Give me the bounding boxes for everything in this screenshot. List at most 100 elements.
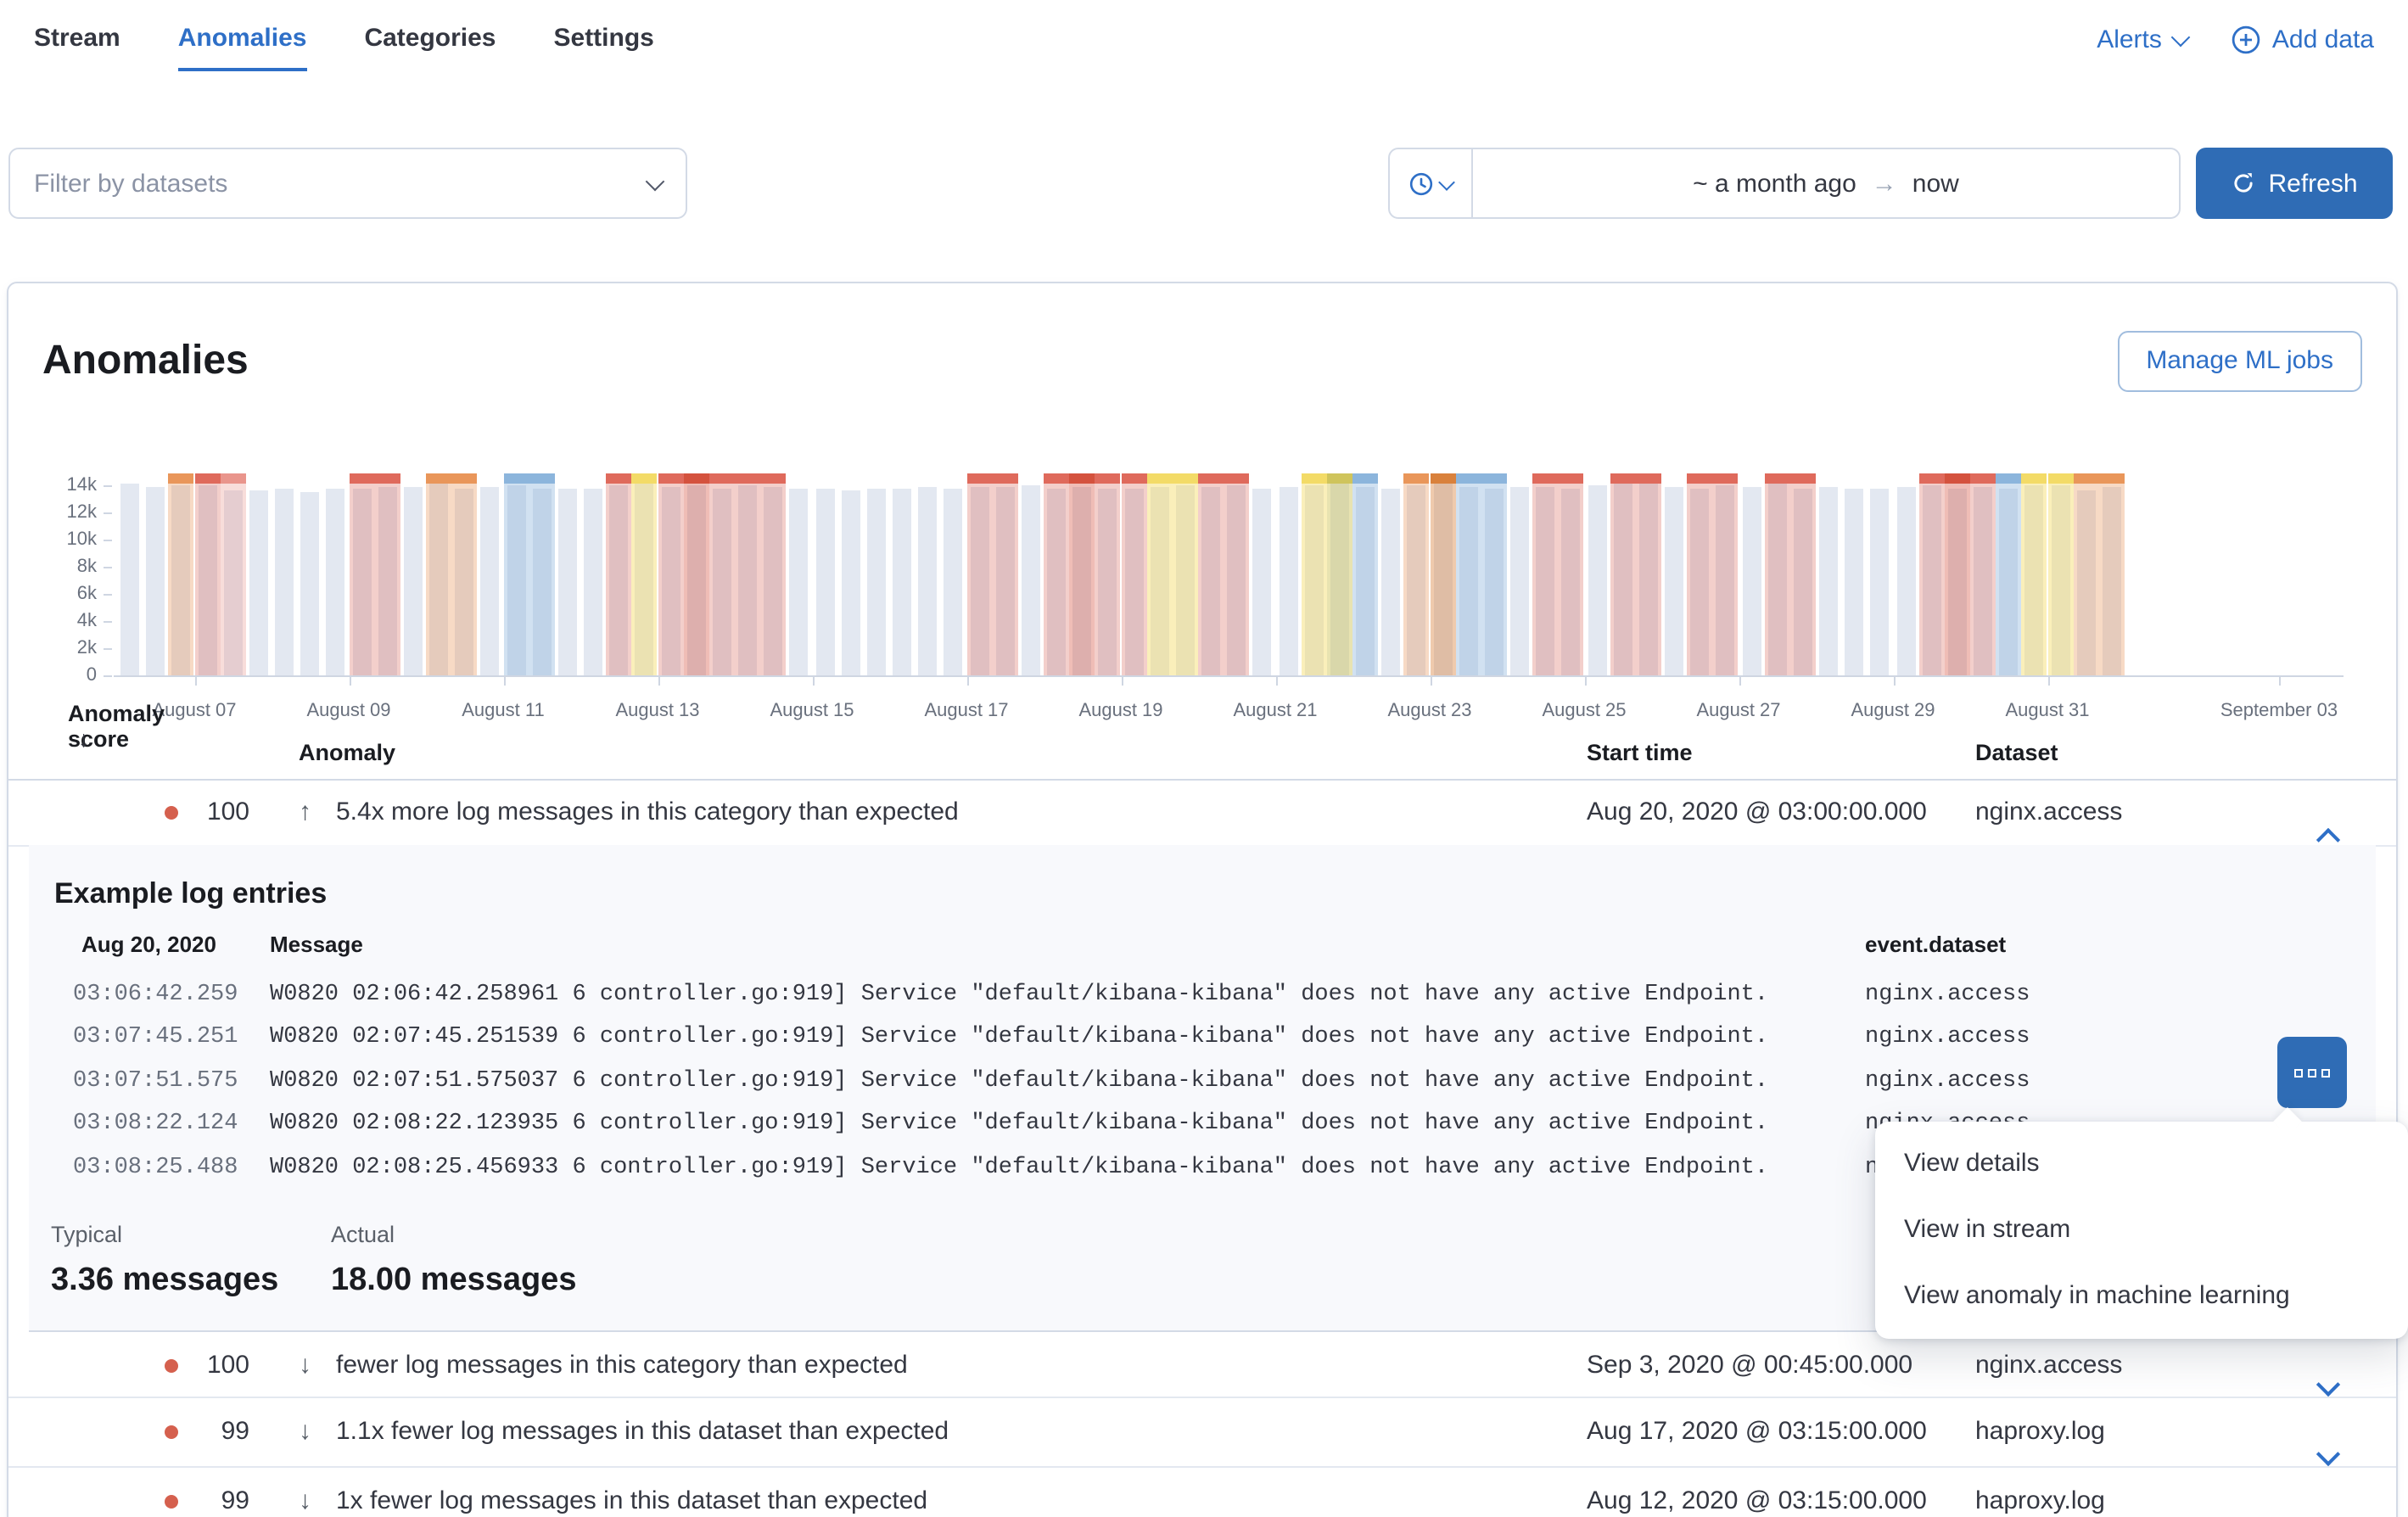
table-row[interactable]: 99 ↓ 1x fewer log messages in this datas… xyxy=(8,1466,2396,1517)
boxes-horizontal-icon xyxy=(2308,1068,2316,1077)
x-axis-tick xyxy=(2279,677,2281,686)
time-range-display[interactable]: ~ a month ago → now xyxy=(1473,149,2179,217)
anomaly-bar xyxy=(1610,472,1635,675)
anomaly-severity-overlay xyxy=(220,473,245,675)
bar xyxy=(146,487,165,675)
plus-in-circle-icon xyxy=(2232,25,2260,53)
anomaly-bar xyxy=(2073,472,2098,675)
time-range-end[interactable]: now xyxy=(1912,169,1959,198)
anomaly-bar xyxy=(1687,472,1712,675)
anomaly-severity-overlay xyxy=(760,473,786,675)
anomaly-severity-overlay xyxy=(1636,473,1661,675)
menu-item-view-anomaly-in-ml[interactable]: View anomaly in machine learning xyxy=(1875,1262,2408,1329)
histogram-bar xyxy=(580,472,606,675)
anomaly-bar xyxy=(1404,472,1430,675)
boxes-horizontal-icon xyxy=(2294,1068,2303,1077)
anomaly-severity-overlay xyxy=(1404,473,1430,675)
bar xyxy=(893,490,911,675)
histogram-bar xyxy=(117,472,143,675)
tab-anomalies[interactable]: Anomalies xyxy=(178,2,307,76)
histogram-bar xyxy=(555,472,580,675)
bar xyxy=(1819,487,1838,675)
x-axis-tick xyxy=(349,677,350,686)
tab-stream[interactable]: Stream xyxy=(34,2,120,76)
anomaly-bar xyxy=(451,472,477,675)
histogram-bar xyxy=(1841,472,1867,675)
y-axis-tick-label: 0 xyxy=(8,663,97,687)
bar xyxy=(841,490,860,675)
anomaly-severity-overlay xyxy=(1532,473,1558,675)
anomaly-severity-overlay xyxy=(194,473,220,675)
refresh-button[interactable]: Refresh xyxy=(2196,148,2393,219)
anomaly-severity-overlay xyxy=(709,473,735,675)
histogram-bar xyxy=(1739,472,1764,675)
log-message: W0820 02:08:25.456933 6 controller.go:91… xyxy=(270,1147,1768,1190)
severity-dot xyxy=(165,1359,178,1373)
bar xyxy=(1022,485,1040,675)
log-dataset-column: event.dataset xyxy=(1865,932,2006,957)
arrow-up-icon: ↑ xyxy=(299,779,311,845)
anomaly-bar xyxy=(349,472,374,675)
table-row[interactable]: 100 ↓ fewer log messages in this categor… xyxy=(8,1335,2396,1398)
anomaly-severity-overlay xyxy=(1996,473,2021,675)
chevron-down-icon xyxy=(2316,1373,2340,1397)
column-dataset: Dataset xyxy=(1975,740,2058,765)
alerts-label: Alerts xyxy=(2097,25,2162,53)
histogram-bar xyxy=(323,472,349,675)
histogram-bar xyxy=(478,472,503,675)
bar xyxy=(120,484,139,675)
refresh-label: Refresh xyxy=(2268,169,2357,198)
anomaly-histogram-plot[interactable] xyxy=(114,472,2344,677)
menu-item-view-details[interactable]: View details xyxy=(1875,1130,2408,1196)
example-log-entries-title: Example log entries xyxy=(54,877,327,911)
anomaly-bar xyxy=(1198,472,1224,675)
start-time: Aug 12, 2020 @ 03:15:00.000 xyxy=(1587,1466,1927,1517)
log-message: W0820 02:07:51.575037 6 controller.go:91… xyxy=(270,1061,1768,1103)
anomaly-severity-overlay xyxy=(2047,473,2073,675)
start-time: Sep 3, 2020 @ 00:45:00.000 xyxy=(1587,1335,1912,1397)
log-message: W0820 02:06:42.258961 6 controller.go:91… xyxy=(270,974,1768,1016)
anomaly-bar xyxy=(1327,472,1352,675)
menu-item-view-in-stream[interactable]: View in stream xyxy=(1875,1196,2408,1262)
dataset-filter-placeholder: Filter by datasets xyxy=(34,169,227,198)
x-axis-tick xyxy=(1893,677,1895,686)
add-data-button[interactable]: Add data xyxy=(2232,25,2374,53)
anomaly-severity-overlay xyxy=(1790,473,1816,675)
anomaly-bar xyxy=(220,472,245,675)
y-axis-tick xyxy=(104,648,112,650)
bar xyxy=(815,488,834,675)
expand-row-button[interactable] xyxy=(2320,1490,2337,1517)
anomaly-severity-overlay xyxy=(169,473,194,675)
anomaly-severity-overlay xyxy=(2022,473,2047,675)
quick-select-time-button[interactable] xyxy=(1390,149,1473,217)
histogram-bar xyxy=(1250,472,1275,675)
bar xyxy=(790,490,809,675)
anomaly-severity-overlay xyxy=(1069,473,1095,675)
tab-settings[interactable]: Settings xyxy=(554,2,654,76)
dataset-value: haproxy.log xyxy=(1975,1466,2105,1517)
anomaly-severity-overlay xyxy=(1327,473,1352,675)
logs-anomalies-page: Stream Anomalies Categories Settings Ale… xyxy=(0,0,2408,1517)
actual-value: 18.00 messages xyxy=(331,1262,576,1300)
add-data-label: Add data xyxy=(2272,25,2374,53)
alerts-menu-button[interactable]: Alerts xyxy=(2097,25,2187,53)
anomaly-severity-overlay xyxy=(2099,473,2125,675)
anomaly-description: 5.4x more log messages in this category … xyxy=(336,779,959,845)
time-range-start[interactable]: ~ a month ago xyxy=(1693,169,1856,198)
row-actions-button[interactable] xyxy=(2277,1037,2347,1108)
histogram-bar xyxy=(1893,472,1918,675)
y-axis-tick-label: 10k xyxy=(8,528,97,551)
anomaly-severity-overlay xyxy=(374,473,400,675)
table-row[interactable]: 100 ↑ 5.4x more log messages in this cat… xyxy=(8,779,2396,847)
anomaly-bar xyxy=(1945,472,1970,675)
manage-ml-jobs-button[interactable]: Manage ML jobs xyxy=(2117,331,2362,392)
bar xyxy=(275,490,294,675)
tab-categories[interactable]: Categories xyxy=(364,2,496,76)
arrow-down-icon: ↓ xyxy=(299,1466,311,1517)
dataset-filter-select[interactable]: Filter by datasets xyxy=(8,148,687,219)
table-row[interactable]: 99 ↓ 1.1x fewer log messages in this dat… xyxy=(8,1397,2396,1468)
anomalies-panel: Anomalies Manage ML jobs 02k4k6k8k10k12k… xyxy=(7,282,2398,1517)
start-time: Aug 17, 2020 @ 03:15:00.000 xyxy=(1587,1397,1927,1466)
anomaly-bar xyxy=(1455,472,1481,675)
anomaly-severity-overlay xyxy=(1481,473,1507,675)
